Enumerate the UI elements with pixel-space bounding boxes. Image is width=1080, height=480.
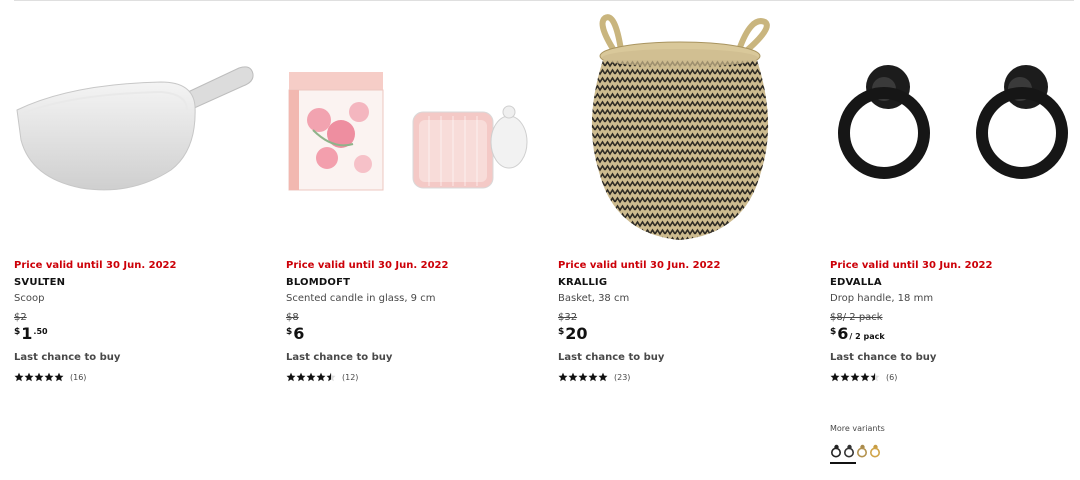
star-full-icon bbox=[830, 372, 840, 382]
current-price: $ 6 / 2 pack bbox=[830, 324, 1080, 346]
price-decimal: .50 bbox=[33, 327, 48, 336]
product-name[interactable]: KRALLIG bbox=[558, 276, 808, 290]
price-currency: $ bbox=[14, 327, 21, 337]
price-currency: $ bbox=[286, 327, 293, 337]
product-card-krallig[interactable]: Price valid until 30 Jun. 2022 KRALLIG B… bbox=[544, 0, 816, 480]
star-full-icon bbox=[316, 372, 326, 382]
product-image[interactable] bbox=[544, 10, 816, 250]
product-info: Price valid until 30 Jun. 2022 EDVALLA D… bbox=[830, 257, 1080, 384]
availability-status: Last chance to buy bbox=[286, 352, 393, 363]
variant-swatch-gold[interactable] bbox=[869, 443, 882, 458]
variant-swatch-brass[interactable] bbox=[856, 443, 869, 458]
product-name[interactable]: BLOMDOFT bbox=[286, 276, 536, 290]
price-unit: / 2 pack bbox=[849, 332, 885, 341]
basket-image bbox=[591, 14, 770, 240]
star-full-icon bbox=[558, 372, 568, 382]
rating[interactable]: (16) bbox=[14, 370, 264, 384]
availability-status: Last chance to buy bbox=[14, 352, 121, 363]
price-integer: 6 bbox=[837, 324, 849, 343]
product-info: Price valid until 30 Jun. 2022 SVULTEN S… bbox=[14, 257, 264, 384]
star-half-icon bbox=[326, 372, 336, 382]
price-validity: Price valid until 30 Jun. 2022 bbox=[14, 260, 177, 271]
star-full-icon bbox=[296, 372, 306, 382]
previous-price: $8 bbox=[286, 312, 299, 323]
star-full-icon bbox=[588, 372, 598, 382]
star-rating bbox=[286, 372, 336, 382]
product-name[interactable]: SVULTEN bbox=[14, 276, 264, 290]
star-full-icon bbox=[306, 372, 316, 382]
product-description: Scoop bbox=[14, 293, 45, 304]
product-image[interactable] bbox=[0, 10, 272, 250]
price-integer: 1 bbox=[21, 324, 33, 343]
product-description: Scented candle in glass, 9 cm bbox=[286, 293, 436, 304]
product-card-blomdoft[interactable]: Price valid until 30 Jun. 2022 BLOMDOFT … bbox=[272, 0, 544, 480]
star-rating bbox=[14, 372, 64, 382]
star-full-icon bbox=[44, 372, 54, 382]
product-info: Price valid until 30 Jun. 2022 KRALLIG B… bbox=[558, 257, 808, 384]
review-count: (23) bbox=[614, 372, 631, 382]
previous-price: $32 bbox=[558, 312, 578, 323]
price-validity: Price valid until 30 Jun. 2022 bbox=[286, 260, 449, 271]
star-full-icon bbox=[578, 372, 588, 382]
selected-variant-indicator bbox=[830, 462, 856, 464]
price-validity: Price valid until 30 Jun. 2022 bbox=[558, 260, 721, 271]
product-description: Basket, 38 cm bbox=[558, 293, 630, 304]
more-variants-label: More variants bbox=[830, 424, 885, 433]
product-name[interactable]: EDVALLA bbox=[830, 276, 1080, 290]
review-count: (12) bbox=[342, 372, 359, 382]
star-full-icon bbox=[286, 372, 296, 382]
availability-status: Last chance to buy bbox=[830, 352, 937, 363]
star-full-icon bbox=[860, 372, 870, 382]
product-card-edvalla[interactable]: Price valid until 30 Jun. 2022 EDVALLA D… bbox=[816, 0, 1080, 480]
product-description: Drop handle, 18 mm bbox=[830, 293, 934, 304]
star-full-icon bbox=[24, 372, 34, 382]
product-image[interactable] bbox=[272, 10, 544, 250]
rating[interactable]: (6) bbox=[830, 370, 1080, 384]
star-full-icon bbox=[598, 372, 608, 382]
candle-image bbox=[288, 72, 528, 191]
review-count: (6) bbox=[886, 372, 898, 382]
review-count: (16) bbox=[70, 372, 87, 382]
drop-handles-image bbox=[838, 65, 1068, 179]
rating[interactable]: (23) bbox=[558, 370, 808, 384]
star-full-icon bbox=[34, 372, 44, 382]
current-price: $ 20 bbox=[558, 324, 808, 346]
product-info: Price valid until 30 Jun. 2022 BLOMDOFT … bbox=[286, 257, 536, 384]
previous-price: $2 bbox=[14, 312, 27, 323]
star-full-icon bbox=[840, 372, 850, 382]
previous-price: $8/ 2 pack bbox=[830, 312, 883, 323]
star-half-icon bbox=[870, 372, 880, 382]
variant-swatches bbox=[830, 443, 885, 458]
star-full-icon bbox=[850, 372, 860, 382]
star-rating bbox=[558, 372, 608, 382]
price-currency: $ bbox=[830, 327, 837, 337]
product-grid: Price valid until 30 Jun. 2022 SVULTEN S… bbox=[0, 0, 1080, 480]
star-full-icon bbox=[14, 372, 24, 382]
star-full-icon bbox=[568, 372, 578, 382]
variant-swatch-black-dark[interactable] bbox=[843, 443, 856, 458]
product-image[interactable] bbox=[816, 10, 1080, 250]
rating[interactable]: (12) bbox=[286, 370, 536, 384]
product-card-svulten[interactable]: Price valid until 30 Jun. 2022 SVULTEN S… bbox=[0, 0, 272, 480]
price-integer: 20 bbox=[565, 324, 588, 343]
price-validity: Price valid until 30 Jun. 2022 bbox=[830, 260, 993, 271]
more-variants: More variants bbox=[830, 423, 885, 464]
scoop-image bbox=[16, 66, 254, 191]
price-integer: 6 bbox=[293, 324, 305, 343]
star-full-icon bbox=[54, 372, 64, 382]
current-price: $ 6 bbox=[286, 324, 536, 346]
star-rating bbox=[830, 372, 880, 382]
variant-swatch-black[interactable] bbox=[830, 443, 843, 458]
current-price: $ 1 .50 bbox=[14, 324, 264, 346]
price-currency: $ bbox=[558, 327, 565, 337]
availability-status: Last chance to buy bbox=[558, 352, 665, 363]
